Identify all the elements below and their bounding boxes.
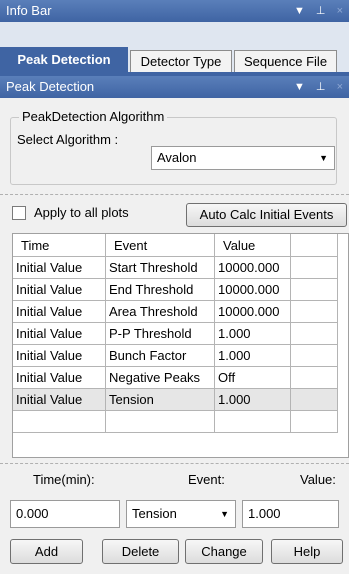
dropdown-icon[interactable]: ▼: [294, 81, 305, 93]
cell-time: Initial Value: [13, 366, 106, 389]
table-row[interactable]: Initial Value Area Threshold 10000.000: [13, 300, 338, 323]
cell-value: 1.000: [214, 388, 291, 411]
column-header-value[interactable]: Value: [214, 234, 291, 257]
cell-event: Tension: [105, 388, 215, 411]
cell-time: Initial Value: [13, 322, 106, 345]
table-row-empty[interactable]: [13, 410, 338, 433]
change-button[interactable]: Change: [185, 539, 263, 564]
chevron-down-icon: ▼: [220, 509, 229, 519]
time-input[interactable]: 0.000: [10, 500, 120, 528]
table-row[interactable]: Initial Value Bunch Factor 1.000: [13, 344, 338, 367]
column-header-extra: [290, 234, 338, 257]
apply-all-checkbox[interactable]: [12, 206, 26, 220]
value-input[interactable]: 1.000: [242, 500, 339, 528]
cell-time: Initial Value: [13, 278, 106, 301]
cell-value: 10000.000: [214, 256, 291, 279]
tab-detector-type[interactable]: Detector Type: [130, 50, 232, 72]
cell-value: 10000.000: [214, 278, 291, 301]
table-row[interactable]: Initial Value Negative Peaks Off: [13, 366, 338, 389]
section-divider: [0, 194, 349, 195]
auto-calc-button[interactable]: Auto Calc Initial Events: [186, 203, 347, 227]
help-button[interactable]: Help: [271, 539, 343, 564]
section-divider: [0, 463, 349, 464]
time-label: Time(min):: [33, 472, 95, 487]
table-row[interactable]: Initial Value Start Threshold 10000.000: [13, 256, 338, 279]
algorithm-group: PeakDetection Algorithm Select Algorithm…: [10, 109, 337, 185]
events-table: Time Event Value Initial Value Start Thr…: [12, 233, 349, 458]
cell-event: End Threshold: [105, 278, 215, 301]
cell-event: Negative Peaks: [105, 366, 215, 389]
cell-time: Initial Value: [13, 300, 106, 323]
cell-value: Off: [214, 366, 291, 389]
info-bar-titlebar: Info Bar ▼ ⊥ ×: [0, 0, 349, 22]
value-label: Value:: [300, 472, 336, 487]
tab-sequence-file[interactable]: Sequence File: [234, 50, 337, 72]
tab-strip: Peak Detection Detector Type Sequence Fi…: [0, 22, 349, 76]
panel-titlebar: Peak Detection ▼ ⊥ ×: [0, 76, 349, 98]
info-bar-title: Info Bar: [6, 3, 52, 18]
pin-icon[interactable]: ⊥: [316, 5, 326, 17]
algorithm-select[interactable]: Avalon ▼: [151, 146, 335, 170]
column-header-event[interactable]: Event: [105, 234, 215, 257]
event-select-value: Tension: [132, 506, 177, 521]
cell-value: 10000.000: [214, 300, 291, 323]
cell-time: Initial Value: [13, 388, 106, 411]
dropdown-icon[interactable]: ▼: [294, 5, 305, 17]
table-row[interactable]: Initial Value P-P Threshold 1.000: [13, 322, 338, 345]
pin-icon[interactable]: ⊥: [316, 81, 326, 93]
table-header-row: Time Event Value: [13, 234, 338, 257]
chevron-down-icon: ▼: [319, 153, 328, 163]
cell-event: Area Threshold: [105, 300, 215, 323]
event-select[interactable]: Tension ▼: [126, 500, 236, 528]
close-icon[interactable]: ×: [337, 5, 343, 17]
cell-event: P-P Threshold: [105, 322, 215, 345]
cell-event: Start Threshold: [105, 256, 215, 279]
panel-title: Peak Detection: [6, 79, 95, 94]
cell-time: Initial Value: [13, 344, 106, 367]
select-algorithm-label: Select Algorithm :: [17, 132, 119, 147]
cell-value: 1.000: [214, 344, 291, 367]
cell-value: 1.000: [214, 322, 291, 345]
algorithm-group-title: PeakDetection Algorithm: [19, 109, 168, 124]
cell-time: Initial Value: [13, 256, 106, 279]
event-label: Event:: [188, 472, 225, 487]
delete-button[interactable]: Delete: [102, 539, 179, 564]
table-row[interactable]: Initial Value End Threshold 10000.000: [13, 278, 338, 301]
tab-peak-detection[interactable]: Peak Detection: [0, 47, 128, 73]
close-icon[interactable]: ×: [337, 81, 343, 93]
algorithm-select-value: Avalon: [157, 150, 197, 165]
column-header-time[interactable]: Time: [13, 234, 106, 257]
cell-event: Bunch Factor: [105, 344, 215, 367]
apply-all-label: Apply to all plots: [34, 205, 129, 220]
table-row-selected[interactable]: Initial Value Tension 1.000: [13, 388, 338, 411]
add-button[interactable]: Add: [10, 539, 83, 564]
